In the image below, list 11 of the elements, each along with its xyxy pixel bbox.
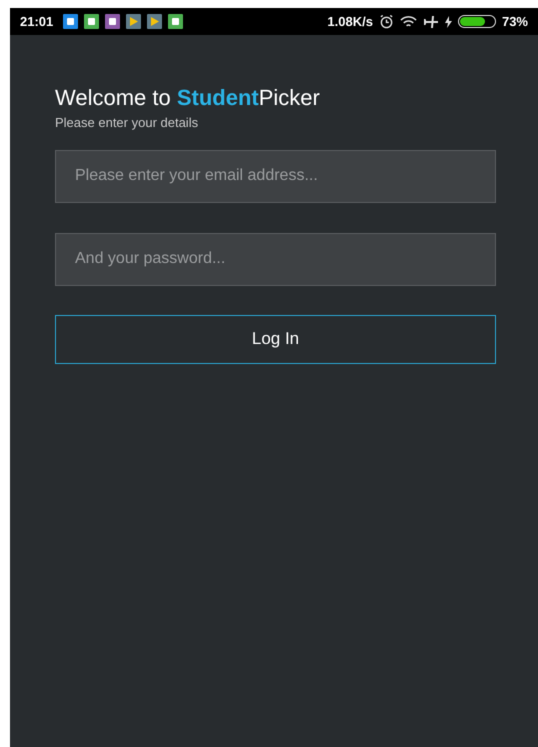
charging-icon — [444, 16, 452, 28]
alarm-icon — [378, 14, 394, 29]
password-field[interactable]: And your password... — [55, 232, 496, 286]
login-button[interactable]: Log In — [55, 314, 496, 364]
battery-percent: 73% — [502, 12, 528, 31]
wifi-icon — [400, 14, 417, 28]
welcome-title: Welcome to StudentPicker — [55, 84, 321, 112]
network-speed: 1.08K/s — [327, 12, 373, 31]
clock: 21:01 — [20, 12, 54, 31]
email-field[interactable]: Please enter your email address... — [55, 150, 496, 202]
subtitle: Please enter your details — [55, 114, 200, 132]
